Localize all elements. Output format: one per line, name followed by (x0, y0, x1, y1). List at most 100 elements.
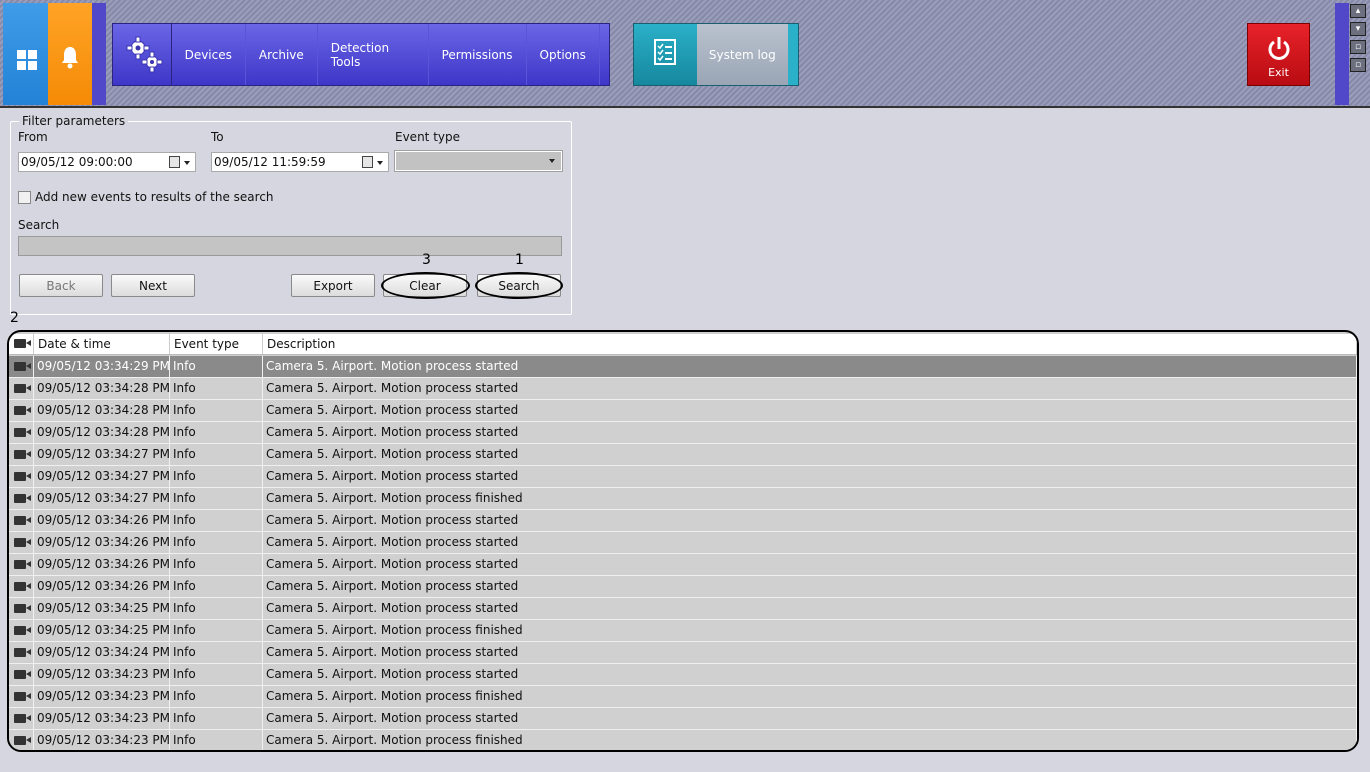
camera-cell (9, 510, 34, 531)
table-row[interactable]: 09/05/12 03:34:25 PM Info Camera 5. Airpor… (9, 598, 1357, 620)
from-calendar-button[interactable] (169, 156, 193, 169)
to-date-field[interactable]: 09/05/12 11:59:59 (211, 152, 389, 172)
table-row[interactable]: 09/05/12 03:34:24 PM Info Camera 5. Airpor… (9, 642, 1357, 664)
chevron-down-icon (184, 161, 190, 165)
description-cell: Camera 5. Airport. Motion process finish… (263, 620, 1357, 641)
description-cell: Camera 5. Airport. Motion process starte… (263, 708, 1357, 729)
event-type-cell: Info (170, 576, 263, 597)
event-type-column-header[interactable]: Event type (170, 334, 263, 354)
camera-column-header[interactable] (9, 334, 34, 354)
date-time-column-header[interactable]: Date & time (34, 334, 170, 354)
pin-icon[interactable]: ▴ (1350, 4, 1366, 18)
table-row[interactable]: 09/05/12 03:34:27 PM Info Camera 5. Airpor… (9, 444, 1357, 466)
chevron-down-icon (549, 159, 555, 163)
to-date-value: 09/05/12 11:59:59 (214, 155, 326, 169)
date-time-cell: 09/05/12 03:34:25 PM (34, 620, 170, 641)
date-time-cell: 09/05/12 03:34:26 PM (34, 576, 170, 597)
minimize-icon[interactable]: ▾ (1350, 22, 1366, 36)
table-row[interactable]: 09/05/12 03:34:26 PM Info Camera 5. Airpor… (9, 554, 1357, 576)
event-type-cell: Info (170, 598, 263, 619)
table-row[interactable]: 09/05/12 03:34:26 PM Info Camera 5. Airpor… (9, 532, 1357, 554)
camera-icon (14, 450, 31, 459)
nav-devices[interactable]: Devices (172, 24, 246, 85)
callout-1: 1 (515, 252, 524, 268)
table-row[interactable]: 09/05/12 03:34:23 PM Info Camera 5. Airpor… (9, 708, 1357, 730)
description-cell: Camera 5. Airport. Motion process starte… (263, 576, 1357, 597)
date-time-cell: 09/05/12 03:34:24 PM (34, 642, 170, 663)
description-cell: Camera 5. Airport. Motion process starte… (263, 532, 1357, 553)
nav-archive[interactable]: Archive (246, 24, 318, 85)
table-row[interactable]: 09/05/12 03:34:25 PM Info Camera 5. Airpor… (9, 620, 1357, 642)
windows-tile[interactable] (3, 3, 48, 105)
search-input[interactable] (18, 236, 562, 256)
windows-icon (17, 50, 37, 70)
date-time-cell: 09/05/12 03:34:23 PM (34, 708, 170, 729)
back-button[interactable]: Back (19, 274, 103, 297)
maximize-icon[interactable]: ▫ (1350, 58, 1366, 72)
main-nav: Devices Archive Detection Tools Permissi… (112, 23, 610, 86)
date-time-cell: 09/05/12 03:34:27 PM (34, 466, 170, 487)
table-row[interactable]: 09/05/12 03:34:29 PM Info Camera 5. Airpor… (9, 356, 1357, 378)
search-label: Search (18, 218, 60, 232)
description-cell: Camera 5. Airport. Motion process starte… (263, 598, 1357, 619)
system-log-tab[interactable]: System log (633, 23, 799, 86)
description-cell: Camera 5. Airport. Motion process starte… (263, 510, 1357, 531)
date-time-cell: 09/05/12 03:34:25 PM (34, 598, 170, 619)
camera-icon (14, 472, 31, 481)
alarm-tile[interactable] (48, 3, 92, 105)
system-log-tile[interactable] (634, 24, 697, 85)
system-log-label[interactable]: System log (696, 24, 789, 85)
table-row[interactable]: 09/05/12 03:34:26 PM Info Camera 5. Airpor… (9, 510, 1357, 532)
event-type-cell: Info (170, 620, 263, 641)
camera-cell (9, 664, 34, 685)
export-button[interactable]: Export (291, 274, 375, 297)
nav-options[interactable]: Options (527, 24, 600, 85)
settings-tile[interactable] (113, 24, 172, 85)
event-type-cell: Info (170, 444, 263, 465)
event-type-select[interactable] (394, 150, 563, 172)
event-type-cell: Info (170, 642, 263, 663)
description-cell: Camera 5. Airport. Motion process starte… (263, 400, 1357, 421)
from-date-field[interactable]: 09/05/12 09:00:00 (18, 152, 196, 172)
table-row[interactable]: 09/05/12 03:34:23 PM Info Camera 5. Airpor… (9, 686, 1357, 708)
table-header: Date & time Event type Description (9, 334, 1357, 355)
event-type-cell: Info (170, 378, 263, 399)
gear-icon (126, 36, 163, 73)
table-row[interactable]: 09/05/12 03:34:27 PM Info Camera 5. Airpor… (9, 466, 1357, 488)
table-row[interactable]: 09/05/12 03:34:28 PM Info Camera 5. Airpor… (9, 378, 1357, 400)
camera-icon (14, 736, 31, 745)
camera-cell (9, 378, 34, 399)
table-row[interactable]: 09/05/12 03:34:28 PM Info Camera 5. Airpor… (9, 400, 1357, 422)
next-button[interactable]: Next (111, 274, 195, 297)
callout-3: 3 (422, 252, 431, 268)
description-cell: Camera 5. Airport. Motion process starte… (263, 554, 1357, 575)
date-time-cell: 09/05/12 03:34:28 PM (34, 422, 170, 443)
restore-icon[interactable]: ▫ (1350, 40, 1366, 54)
nav-detection-tools[interactable]: Detection Tools (318, 24, 429, 85)
camera-cell (9, 488, 34, 509)
tile-separator (92, 3, 106, 105)
table-row[interactable]: 09/05/12 03:34:28 PM Info Camera 5. Airpor… (9, 422, 1357, 444)
event-type-cell: Info (170, 488, 263, 509)
filter-legend: Filter parameters (19, 114, 129, 128)
nav-permissions[interactable]: Permissions (429, 24, 527, 85)
camera-cell (9, 356, 34, 377)
table-row[interactable]: 09/05/12 03:34:26 PM Info Camera 5. Airpor… (9, 576, 1357, 598)
event-type-cell: Info (170, 686, 263, 707)
table-row[interactable]: 09/05/12 03:34:27 PM Info Camera 5. Airpor… (9, 488, 1357, 510)
to-calendar-button[interactable] (362, 156, 386, 169)
description-cell: Camera 5. Airport. Motion process starte… (263, 466, 1357, 487)
camera-cell (9, 532, 34, 553)
event-type-cell: Info (170, 466, 263, 487)
camera-icon (14, 692, 31, 701)
add-new-events-checkbox[interactable] (18, 191, 31, 204)
table-row[interactable]: 09/05/12 03:34:23 PM Info Camera 5. Airpor… (9, 730, 1357, 750)
camera-icon (14, 538, 31, 547)
description-column-header[interactable]: Description (263, 334, 1357, 354)
camera-icon (14, 714, 31, 723)
table-row[interactable]: 09/05/12 03:34:23 PM Info Camera 5. Airpor… (9, 664, 1357, 686)
camera-cell (9, 730, 34, 750)
add-new-events-label: Add new events to results of the search (35, 190, 274, 204)
description-cell: Camera 5. Airport. Motion process starte… (263, 642, 1357, 663)
exit-button[interactable]: Exit (1247, 23, 1310, 86)
